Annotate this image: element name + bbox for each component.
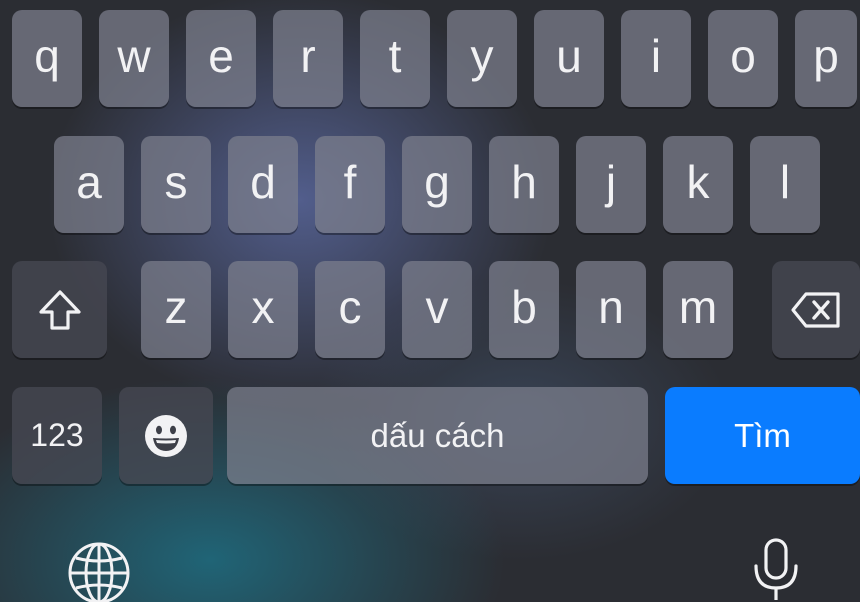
- key-y[interactable]: y: [447, 10, 517, 107]
- key-m[interactable]: m: [663, 261, 733, 358]
- key-n[interactable]: n: [576, 261, 646, 358]
- numbers-key[interactable]: 123: [12, 387, 102, 484]
- globe-icon[interactable]: [66, 540, 132, 602]
- key-p[interactable]: p: [795, 10, 857, 107]
- key-t[interactable]: t: [360, 10, 430, 107]
- key-c[interactable]: c: [315, 261, 385, 358]
- key-w[interactable]: w: [99, 10, 169, 107]
- key-o[interactable]: o: [708, 10, 778, 107]
- key-v[interactable]: v: [402, 261, 472, 358]
- key-q[interactable]: q: [12, 10, 82, 107]
- key-s[interactable]: s: [141, 136, 211, 233]
- key-x[interactable]: x: [228, 261, 298, 358]
- key-b[interactable]: b: [489, 261, 559, 358]
- key-k[interactable]: k: [663, 136, 733, 233]
- key-e[interactable]: e: [186, 10, 256, 107]
- key-d[interactable]: d: [228, 136, 298, 233]
- key-j[interactable]: j: [576, 136, 646, 233]
- key-u[interactable]: u: [534, 10, 604, 107]
- key-a[interactable]: a: [54, 136, 124, 233]
- key-h[interactable]: h: [489, 136, 559, 233]
- shift-icon: [37, 287, 83, 333]
- key-i[interactable]: i: [621, 10, 691, 107]
- key-l[interactable]: l: [750, 136, 820, 233]
- key-z[interactable]: z: [141, 261, 211, 358]
- emoji-icon: [143, 413, 189, 459]
- space-key[interactable]: dấu cách: [227, 387, 648, 484]
- delete-icon: [790, 290, 842, 330]
- emoji-key[interactable]: [119, 387, 213, 484]
- search-key[interactable]: Tìm: [665, 387, 860, 484]
- key-f[interactable]: f: [315, 136, 385, 233]
- shift-key[interactable]: [12, 261, 107, 358]
- delete-key[interactable]: [772, 261, 860, 358]
- keyboard: q w e r t y u i o p a s d f g h j k l z …: [0, 0, 860, 602]
- microphone-icon[interactable]: [750, 538, 802, 602]
- key-g[interactable]: g: [402, 136, 472, 233]
- key-r[interactable]: r: [273, 10, 343, 107]
